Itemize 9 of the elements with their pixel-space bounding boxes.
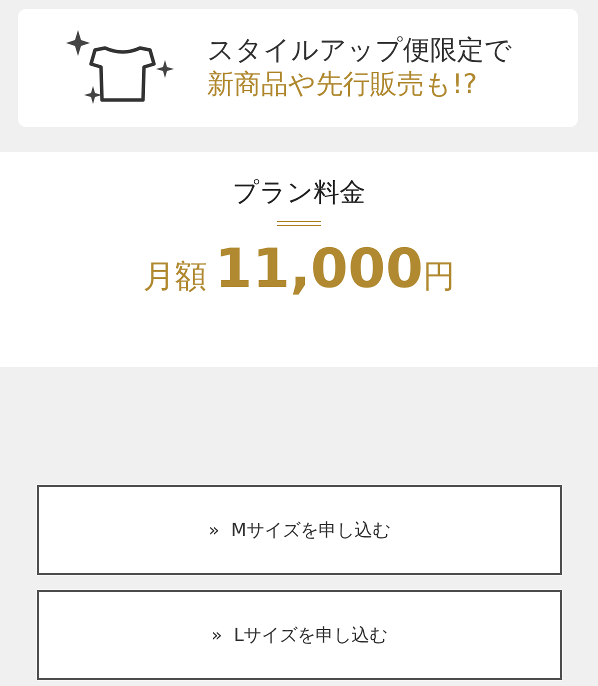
plan-title: プラン料金: [232, 178, 366, 210]
double-rule: [277, 221, 321, 226]
banner-headline: スタイルアップ便限定で: [207, 34, 512, 68]
price-suffix: 円: [423, 256, 456, 298]
apply-button[interactable]: » Lサイズを申し込む: [37, 590, 562, 680]
apply-button[interactable]: » Mサイズを申し込む: [37, 485, 562, 575]
price-amount: 11,000: [214, 242, 424, 296]
price-prefix: 月額: [142, 256, 207, 298]
banner-subline: 新商品や先行販売も!?: [207, 68, 478, 102]
